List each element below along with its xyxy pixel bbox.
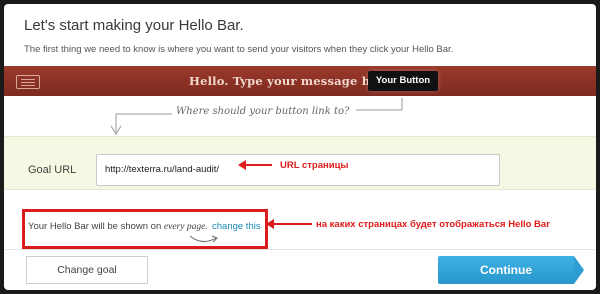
pages-annotation: на каких страницах будет отображаться He…: [316, 219, 550, 230]
display-text-prefix: Your Hello Bar will be shown on: [28, 221, 162, 232]
footer-divider: [4, 249, 596, 250]
curved-arrow-icon: [189, 235, 218, 243]
change-goal-button[interactable]: Change goal: [26, 256, 148, 284]
display-text-emphasis: every page.: [163, 222, 208, 232]
continue-button[interactable]: Continue: [438, 256, 584, 284]
hello-bar-modal: Let's start making your Hello Bar. The f…: [4, 4, 596, 290]
url-annotation: URL страницы: [280, 160, 349, 171]
change-this-link[interactable]: change this: [212, 221, 261, 232]
display-text: Your Hello Bar will be shown on every pa…: [28, 221, 208, 232]
